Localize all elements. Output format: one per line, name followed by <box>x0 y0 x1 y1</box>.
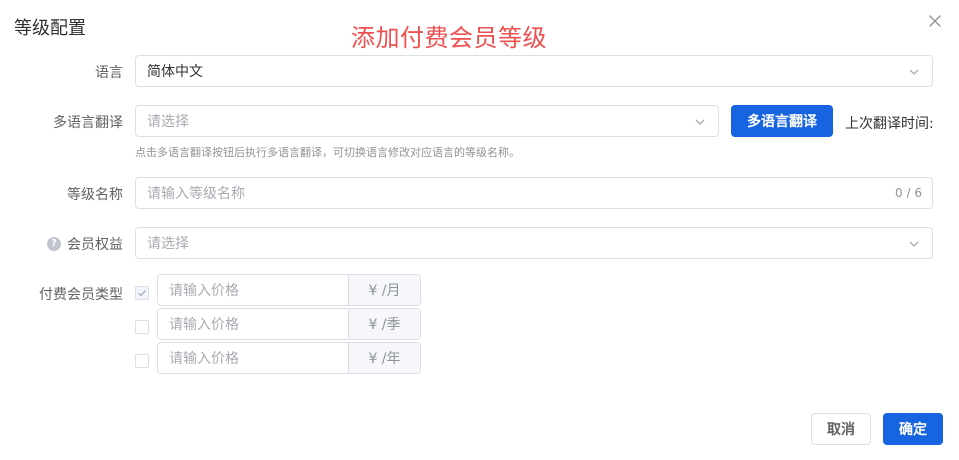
confirm-button[interactable]: 确定 <box>883 413 943 445</box>
annotation-text: 添加付费会员等级 <box>351 24 547 52</box>
chevron-down-icon <box>695 119 705 125</box>
translate-button[interactable]: 多语言翻译 <box>731 105 833 137</box>
close-icon[interactable] <box>926 12 944 30</box>
translation-placeholder: 请选择 <box>147 114 189 130</box>
translation-hint: 点击多语言翻译按钮后执行多语言翻译，可切换语言修改对应语言的等级名称。 <box>135 146 520 159</box>
language-select[interactable]: 简体中文 <box>135 55 933 87</box>
level-name-label: 等级名称 <box>67 187 123 203</box>
check-icon <box>138 290 146 297</box>
language-value: 简体中文 <box>147 64 203 80</box>
level-name-input[interactable]: 请输入等级名称 0 / 6 <box>135 177 933 209</box>
language-label: 语言 <box>95 65 123 81</box>
translation-label: 多语言翻译 <box>53 115 123 131</box>
benefits-select[interactable]: 请选择 <box>135 227 933 259</box>
monthly-unit: ¥ /月 <box>348 275 420 305</box>
yearly-checkbox[interactable] <box>135 354 149 368</box>
monthly-checkbox[interactable] <box>135 286 149 300</box>
dialog-title: 等级配置 <box>14 18 86 39</box>
benefits-placeholder: 请选择 <box>147 236 189 252</box>
quarterly-checkbox[interactable] <box>135 320 149 334</box>
quarterly-price-input[interactable]: 请输入价格 <box>158 309 348 339</box>
char-counter: 0 / 6 <box>895 186 922 200</box>
monthly-price-input[interactable]: 请输入价格 <box>158 275 348 305</box>
benefits-label: 会员权益 <box>67 237 123 253</box>
quarterly-price-field: 请输入价格 ¥ /季 <box>157 308 421 340</box>
level-name-placeholder: 请输入等级名称 <box>147 186 245 202</box>
paid-type-label: 付费会员类型 <box>39 287 123 303</box>
quarterly-unit: ¥ /季 <box>348 309 420 339</box>
last-translation-time: 上次翻译时间: <box>845 116 934 132</box>
help-icon[interactable]: ? <box>47 237 61 251</box>
translation-select[interactable]: 请选择 <box>135 105 719 137</box>
yearly-price-input[interactable]: 请输入价格 <box>158 343 348 373</box>
monthly-price-field: 请输入价格 ¥ /月 <box>157 274 421 306</box>
yearly-price-field: 请输入价格 ¥ /年 <box>157 342 421 374</box>
level-config-dialog: 等级配置 添加付费会员等级 语言 简体中文 多语言翻译 请选择 多语言翻译 上次… <box>0 0 959 460</box>
benefits-label-row: ? 会员权益 <box>47 234 123 254</box>
chevron-down-icon <box>909 69 919 75</box>
chevron-down-icon <box>909 241 919 247</box>
cancel-button[interactable]: 取消 <box>811 413 871 445</box>
yearly-unit: ¥ /年 <box>348 343 420 373</box>
